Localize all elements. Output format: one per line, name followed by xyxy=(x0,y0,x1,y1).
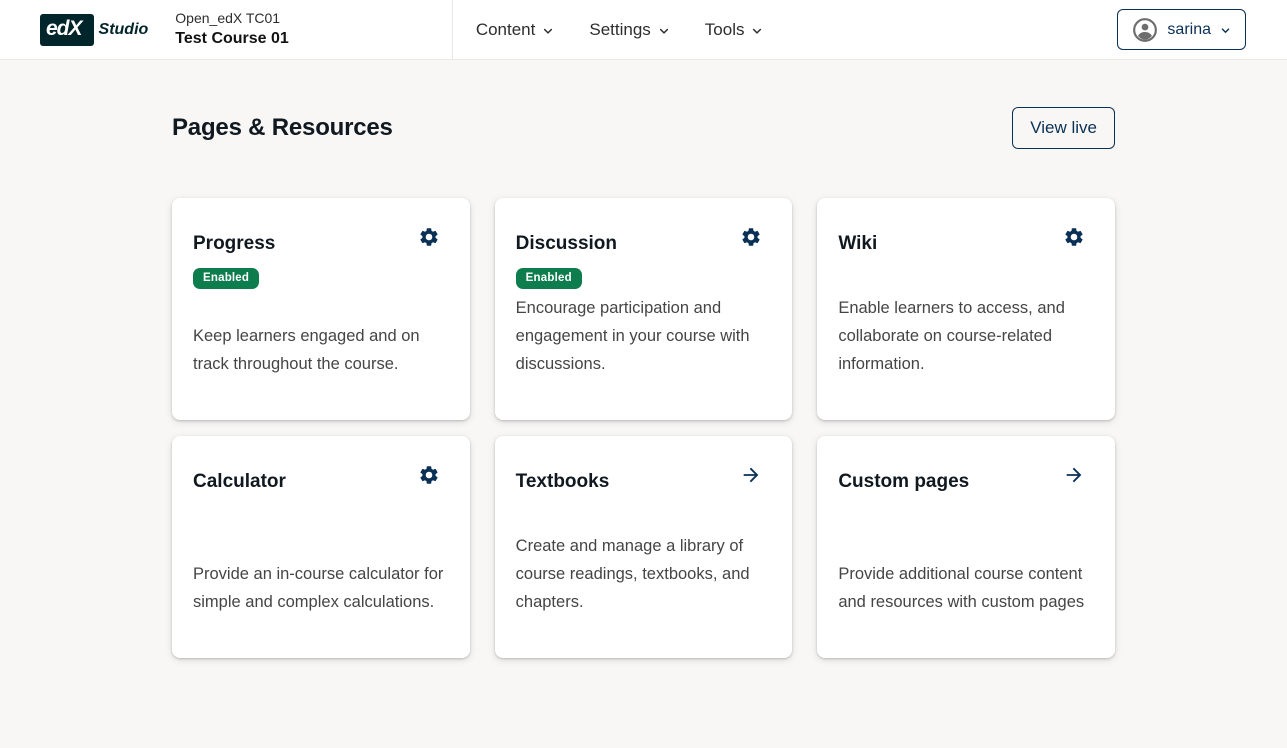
user-menu-button[interactable]: sarina xyxy=(1117,9,1246,50)
nav-content-label: Content xyxy=(476,20,536,40)
card-top: Textbooks xyxy=(516,462,769,493)
card-custom-pages[interactable]: Custom pages Provide additional course c… xyxy=(817,436,1115,658)
header-divider xyxy=(452,0,453,60)
nav-content-dropdown[interactable]: Content xyxy=(476,14,555,46)
page-title: Pages & Resources xyxy=(172,114,393,142)
chevron-down-icon xyxy=(1220,25,1231,36)
card-top: Wiki xyxy=(838,224,1091,255)
card-title: Wiki xyxy=(838,224,877,255)
nav-settings-label: Settings xyxy=(589,20,650,40)
card-top: Discussion xyxy=(516,224,769,255)
card-title: Textbooks xyxy=(516,462,610,493)
settings-icon[interactable] xyxy=(738,224,764,250)
studio-header: edX Studio Open_edX TC01 Test Course 01 … xyxy=(0,0,1287,60)
card-top: Calculator xyxy=(193,462,446,493)
card-description: Provide an in-course calculator for simp… xyxy=(193,560,446,616)
status-badge: Enabled xyxy=(193,268,259,289)
edx-logo-mark: edX xyxy=(40,14,94,46)
nav-tools-label: Tools xyxy=(705,20,745,40)
page-header: Pages & Resources View live xyxy=(172,107,1115,149)
card-title: Calculator xyxy=(193,462,286,493)
nav-settings-dropdown[interactable]: Settings xyxy=(589,14,669,46)
arrow-forward-icon[interactable] xyxy=(1061,462,1087,488)
card-title: Discussion xyxy=(516,224,617,255)
resource-cards-grid: Progress Enabled Keep learners engaged a… xyxy=(172,198,1115,658)
card-description: Keep learners engaged and on track throu… xyxy=(193,322,446,378)
settings-icon[interactable] xyxy=(416,462,442,488)
view-live-button[interactable]: View live xyxy=(1012,107,1115,149)
card-description: Provide additional course content and re… xyxy=(838,560,1091,616)
card-progress[interactable]: Progress Enabled Keep learners engaged a… xyxy=(172,198,470,420)
course-org-number: Open_edX TC01 xyxy=(175,10,289,28)
settings-icon[interactable] xyxy=(416,224,442,250)
chevron-down-icon xyxy=(658,25,670,37)
card-description: Encourage participation and engagement i… xyxy=(516,294,769,378)
status-badge: Enabled xyxy=(516,268,582,289)
card-top: Progress xyxy=(193,224,446,255)
chevron-down-icon xyxy=(751,25,763,37)
edx-studio-logo[interactable]: edX Studio xyxy=(40,14,148,46)
card-title: Progress xyxy=(193,224,275,255)
settings-icon[interactable] xyxy=(1061,224,1087,250)
card-textbooks[interactable]: Textbooks Create and manage a library of… xyxy=(495,436,793,658)
card-calculator[interactable]: Calculator Provide an in-course calculat… xyxy=(172,436,470,658)
arrow-forward-icon[interactable] xyxy=(738,462,764,488)
card-title: Custom pages xyxy=(838,462,969,493)
pages-resources-page: Pages & Resources View live Progress Ena… xyxy=(0,107,1287,658)
card-discussion[interactable]: Discussion Enabled Encourage participati… xyxy=(495,198,793,420)
studio-logo-text: Studio xyxy=(99,21,149,39)
nav-tools-dropdown[interactable]: Tools xyxy=(705,14,764,46)
card-description: Enable learners to access, and collabora… xyxy=(838,294,1091,378)
card-wiki[interactable]: Wiki Enable learners to access, and coll… xyxy=(817,198,1115,420)
card-top: Custom pages xyxy=(838,462,1091,493)
username: sarina xyxy=(1167,21,1211,39)
card-description: Create and manage a library of course re… xyxy=(516,532,769,616)
course-title: Test Course 01 xyxy=(175,29,289,49)
main-nav: Content Settings Tools xyxy=(476,14,764,46)
avatar-icon xyxy=(1132,17,1158,43)
course-info: Open_edX TC01 Test Course 01 xyxy=(175,10,289,50)
chevron-down-icon xyxy=(542,25,554,37)
